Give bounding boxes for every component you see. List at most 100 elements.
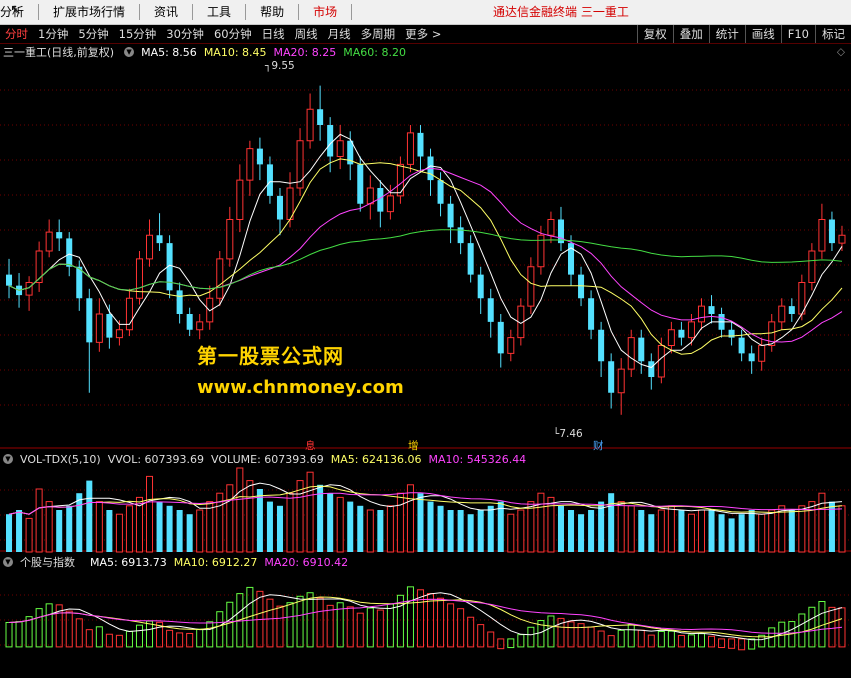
indicator-bar [376,609,384,648]
watermark-url: www.chnmoney.com [197,377,404,398]
indicator-bar [45,603,53,648]
candle-body [838,234,846,244]
volume-bar [317,484,324,552]
indicator-bar [667,630,675,648]
candle-body [617,368,625,394]
ma60-line [8,229,843,291]
indicator-bar [146,620,154,648]
volume-bar [487,505,494,552]
volume-bar [648,514,655,552]
indicator-bar [226,601,234,648]
dividend-marker[interactable]: 息 [305,438,316,453]
chevron-down-icon[interactable]: ▼ [124,47,135,57]
ind-ma10-label: MA10: 6912.27 [173,555,258,569]
diamond-icon[interactable]: ◇ [837,46,845,58]
volume-bar [66,505,73,552]
volume-bar [306,471,314,553]
candle-body [327,125,334,157]
main-chart-legend: 三一重工(日线,前复权) ▼ MA5: 8.56 MA10: 8.45 MA20… [0,44,413,60]
indicator-bar [386,603,394,648]
volume-bar [788,510,795,552]
candle-body [417,132,424,157]
indicator-bar [196,628,204,648]
volume-bar [166,505,173,552]
volume-bar [206,501,214,553]
volume-bar [106,510,113,552]
volume-bar [357,505,364,552]
candle-body [447,203,454,228]
indicator-bar [597,630,605,648]
share-increase-marker[interactable]: 增 [408,438,419,453]
indicator-bar [687,634,695,648]
volume-bar [798,505,806,553]
candle-body [588,298,595,330]
kline-chart-canvas[interactable] [0,0,851,678]
candle-body [667,329,675,346]
indicator-bar [657,630,665,648]
indicator-title: 个股与指数 [20,556,75,569]
candle-body [627,337,635,370]
indicator-bar [828,606,836,648]
indicator-bar [457,608,465,648]
chevron-down-icon[interactable]: ▼ [3,557,13,567]
candle-body [598,329,605,362]
volume-bar [447,510,454,552]
candle-body [406,132,414,165]
volume-bar [517,509,525,553]
volume-bar [437,505,444,552]
indicator-bar [708,635,716,648]
candle-body [276,195,283,220]
indicator-bar [276,605,284,648]
volume-bar [95,501,103,553]
indicator-bar [25,616,33,648]
chevron-down-icon[interactable]: ▼ [3,454,13,464]
volume-bar [16,510,23,552]
indicator-bar [507,638,515,649]
volume-bar [266,501,273,552]
financial-report-marker[interactable]: 财 [593,438,604,453]
candle-body [687,321,695,339]
indicator-legend: ▼ 个股与指数 MA5: 6913.73 MA10: 6912.27 MA20:… [0,554,355,570]
volume-bar [125,505,133,553]
volume-bar [778,505,786,553]
volume-bar [617,501,625,553]
volume-bar [427,501,434,552]
volume-bar [56,510,63,552]
indicator-bar [296,595,304,648]
volume-bar [246,480,254,553]
volume-bar [768,509,776,553]
volume-bar [638,510,645,552]
indicator-bar [346,606,354,648]
candle-body [467,243,474,275]
candle-body [45,231,53,252]
volume-bar [728,518,735,552]
ma60-label: MA60: 8.20 [343,45,406,59]
volume-bar [347,501,354,552]
volume-bar [156,501,163,552]
volume-bar [86,480,93,552]
candle-body [196,321,204,331]
candle-body [396,163,404,197]
volume-bar [687,513,695,553]
candle-body [186,314,193,330]
indicator-bar [166,629,174,648]
volume-bar [176,510,183,552]
indicator-bar [748,638,756,650]
candle-body [697,305,705,323]
volume-label: VOLUME: 607393.69 [211,452,324,466]
indicator-bar [35,608,43,648]
candle-body [266,164,273,196]
candle-body [657,345,665,378]
volume-bar [467,514,474,552]
candle-body [156,235,163,244]
candle-body [336,140,344,157]
indicator-bar [637,629,645,648]
volume-bar [296,480,304,553]
candle-body [6,274,13,286]
volume-bar [366,509,374,553]
indicator-bar [135,624,143,648]
volume-bar [226,484,234,553]
indicator-bar [497,638,505,650]
indicator-bar [647,634,655,648]
indicator-bar [15,621,23,648]
